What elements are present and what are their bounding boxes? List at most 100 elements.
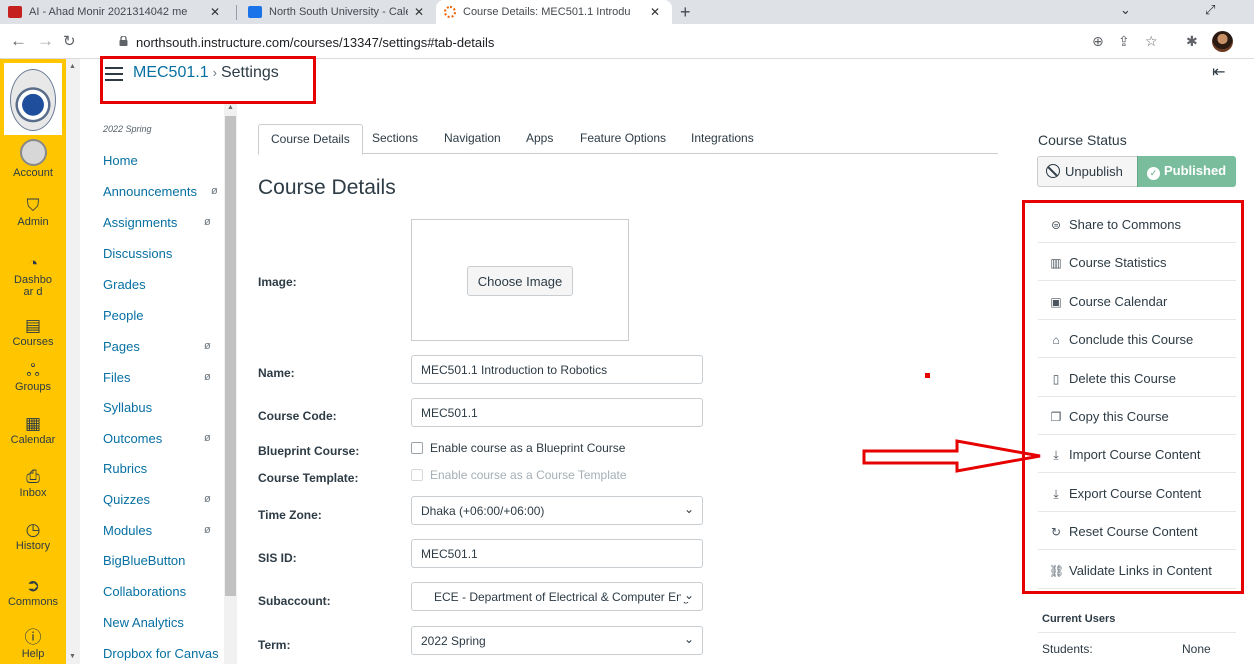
check-circle-icon: ✓ [1147,167,1160,180]
global-nav-label: Calendar [10,434,56,446]
scroll-down-icon[interactable]: ▼ [69,653,76,660]
minimize-icon[interactable]: ⌄ [1120,2,1131,18]
account-avatar-icon [19,139,47,166]
settings-tabs: Course Details Sections Navigation Apps … [258,124,998,155]
course-nav-item-assignments[interactable]: Assignments [103,215,177,230]
course-nav-item-modules[interactable]: Modules [103,523,152,538]
unpublish-button[interactable]: Unpublish [1037,156,1138,187]
share-page-icon[interactable]: ⇪ [1118,33,1130,50]
reload-icon[interactable]: ↻ [63,32,76,50]
checkbox-icon [411,469,423,481]
tab-apps[interactable]: Apps [526,124,553,154]
course-nav-item-discussions[interactable]: Discussions [103,246,172,261]
commons-icon: ➲ [25,576,41,595]
published-label-wrap[interactable]: ✓ Published [1147,163,1226,180]
profile-avatar[interactable] [1212,31,1233,52]
course-code-field[interactable]: MEC501.1 [411,398,703,427]
new-tab-icon[interactable]: + [680,2,691,23]
course-nav-item-pages[interactable]: Pages [103,339,140,354]
browser-tab-active[interactable]: Course Details: MEC501.1 Introdu ✕ [436,0,672,24]
course-nav-item-files[interactable]: Files [103,370,130,385]
calendar-icon: ▦ [24,414,42,433]
tab-integrations[interactable]: Integrations [691,124,754,154]
global-nav-scrollbar[interactable]: ▲ ▼ [66,59,80,664]
course-nav-item-announcements[interactable]: Announcements [103,184,197,199]
global-nav-dashboard[interactable]: ◔ Dashboar d [0,254,66,298]
course-nav-item-rubrics[interactable]: Rubrics [103,461,147,476]
global-nav-groups[interactable]: ஃ Groups [0,361,66,393]
scroll-up-icon[interactable]: ▲ [69,63,76,70]
tab-title: North South University - Calenda [269,6,408,18]
course-nav-item-collaborations[interactable]: Collaborations [103,584,186,599]
help-icon: ⓘ [24,628,42,647]
course-nav-item-new-analytics[interactable]: New Analytics [103,615,184,630]
current-users-title: Current Users [1042,613,1116,625]
course-nav-item-quizzes[interactable]: Quizzes [103,492,150,507]
back-icon[interactable]: ← [10,31,27,51]
bookmark-star-icon[interactable]: ☆ [1145,33,1158,50]
tab-sections[interactable]: Sections [372,124,418,154]
university-logo[interactable] [4,63,62,135]
browser-tab[interactable]: North South University - Calenda ✕ [240,0,436,24]
choose-image-button[interactable]: Choose Image [467,266,573,296]
global-nav-inbox[interactable]: ⎙ Inbox [0,467,66,499]
checkbox-icon[interactable] [411,442,423,454]
close-tab-icon[interactable]: ✕ [414,5,424,19]
close-tab-icon[interactable]: ✕ [650,5,660,19]
scrollbar-thumb[interactable] [225,116,236,596]
tab-navigation[interactable]: Navigation [444,124,501,154]
history-clock-icon: ◷ [25,520,41,539]
global-nav-label: Help [21,648,45,660]
annotation-arrow-icon [862,439,1041,473]
annotation-highlight-actions [1022,200,1244,594]
global-nav-courses[interactable]: ▤ Courses [0,316,66,348]
global-nav-label: Dashboar d [14,274,52,298]
image-label: Image: [258,275,297,289]
global-nav-account[interactable]: Account [0,139,66,179]
tab-title: Course Details: MEC501.1 Introdu [463,6,631,18]
course-name-field[interactable]: MEC501.1 Introduction to Robotics [411,355,703,384]
global-nav-calendar[interactable]: ▦ Calendar [0,414,66,446]
tab-feature-options[interactable]: Feature Options [580,124,666,154]
maximize-icon[interactable]: ⤢ [1205,2,1215,18]
url-text[interactable]: northsouth.instructure.com/courses/13347… [136,35,494,50]
subaccount-select[interactable]: ECE - Department of Electrical & Compute… [411,582,703,611]
time-zone-select[interactable]: Dhaka (+06:00/+06:00) ⌄ [411,496,703,525]
gmail-favicon-icon [8,6,22,18]
forward-icon[interactable]: → [37,31,54,51]
browser-tab[interactable]: AI - Ahad Monir 2021314042 me ✕ [0,0,232,24]
time-zone-label: Time Zone: [258,508,322,522]
zoom-icon[interactable]: ⊕ [1092,33,1104,50]
close-tab-icon[interactable]: ✕ [210,5,220,19]
groups-icon: ஃ [26,361,40,380]
course-nav-item-home[interactable]: Home [103,153,138,168]
global-nav-history[interactable]: ◷ History [0,520,66,552]
course-nav-item-dropbox-for-canvas[interactable]: Dropbox for Canvas [103,646,219,661]
tab-divider [236,5,237,20]
course-nav-scrollbar[interactable]: ▲ [224,104,237,664]
blueprint-checkbox-label[interactable]: Enable course as a Blueprint Course [430,441,625,455]
extensions-icon[interactable]: ✱ [1186,33,1198,50]
course-code-label: Course Code: [258,409,337,423]
nsu-seal-icon [10,69,56,131]
course-nav-item-people[interactable]: People [103,308,143,323]
scroll-up-icon[interactable]: ▲ [227,104,234,111]
term-select[interactable]: 2022 Spring ⌄ [411,626,703,655]
global-nav-admin[interactable]: ⛉ Admin [0,196,66,228]
global-nav-help[interactable]: ⓘ Help [0,628,66,660]
tab-course-details[interactable]: Course Details [258,124,363,155]
course-nav-item-outcomes[interactable]: Outcomes [103,431,162,446]
sis-id-label: SIS ID: [258,551,297,565]
blueprint-checkbox[interactable]: Enable course as a Blueprint Course [411,441,625,455]
annotation-highlight-breadcrumb [100,56,316,104]
course-nav-item-grades[interactable]: Grades [103,277,146,292]
course-nav-item-bigbluebutton[interactable]: BigBlueButton [103,553,185,568]
global-nav-label: Account [13,167,53,179]
hidden-eye-icon: ø [211,185,218,197]
sis-id-field[interactable]: MEC501.1 [411,539,703,568]
collapse-sidebar-icon[interactable]: ⇤ [1212,62,1225,82]
global-nav-commons[interactable]: ➲ Commons [0,576,66,608]
course-term: 2022 Spring [103,124,152,134]
hidden-eye-icon: ø [204,493,211,505]
course-nav-item-syllabus[interactable]: Syllabus [103,400,152,415]
